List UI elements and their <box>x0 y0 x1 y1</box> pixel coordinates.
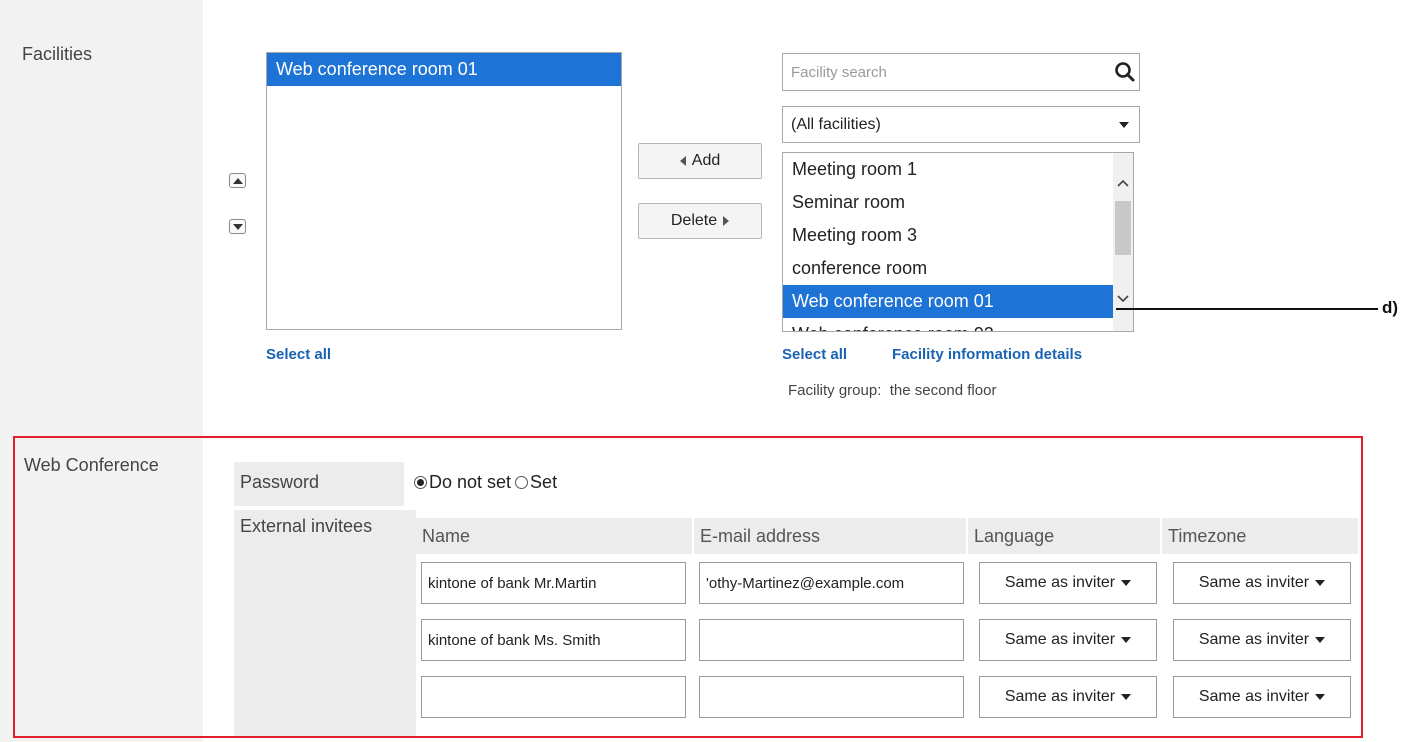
chevron-down-icon <box>1121 694 1132 700</box>
select-all-left-link[interactable]: Select all <box>266 346 331 363</box>
callout-label: d) <box>1382 298 1399 317</box>
invitee-timezone-select[interactable]: Same as inviter <box>1173 676 1351 718</box>
invitee-language-value: Same as inviter <box>1004 631 1116 648</box>
chevron-down-icon <box>1315 580 1326 586</box>
list-item[interactable]: Web conference room 01 <box>267 53 621 86</box>
facility-group-select[interactable]: (All facilities) <box>782 106 1140 143</box>
invitee-name-input[interactable]: kintone of bank Ms. Smith <box>421 619 686 661</box>
list-scrollbar[interactable] <box>1113 153 1133 331</box>
web-conference-highlight <box>13 436 1363 738</box>
invitee-timezone-select[interactable]: Same as inviter <box>1173 619 1351 661</box>
password-set-radio[interactable] <box>515 476 529 489</box>
facility-search-placeholder: Facility search <box>791 63 887 81</box>
invitee-language-value: Same as inviter <box>1004 688 1116 705</box>
facilities-label: Facilities <box>22 44 93 64</box>
password-set-label[interactable]: Set <box>530 472 557 493</box>
arrow-up-icon <box>232 177 243 184</box>
list-item[interactable]: Web conference room 02 <box>783 318 1133 331</box>
list-item[interactable]: Web conference room 01 <box>783 285 1113 318</box>
facility-group-text: Facility group: the second floor <box>788 382 997 399</box>
column-header-email: E-mail address <box>694 518 966 554</box>
add-button-label: Add <box>691 152 721 169</box>
facility-group-select-value: (All facilities) <box>791 115 881 133</box>
chevron-down-icon <box>1121 637 1132 643</box>
invitee-name-input[interactable] <box>421 676 686 718</box>
chevron-down-icon <box>1119 121 1129 128</box>
invitee-language-select[interactable]: Same as inviter <box>979 562 1157 604</box>
scroll-down-icon[interactable] <box>1113 288 1133 308</box>
move-down-button[interactable] <box>229 219 246 234</box>
web-conference-label: Web Conference <box>24 455 159 475</box>
list-item[interactable]: Meeting room 1 <box>783 153 1133 186</box>
password-label: Password <box>240 472 320 492</box>
password-do-not-set-radio[interactable] <box>414 476 427 489</box>
invitee-timezone-value: Same as inviter <box>1198 574 1310 591</box>
scroll-thumb[interactable] <box>1115 201 1131 255</box>
delete-button-label: Delete <box>670 212 718 229</box>
scroll-up-icon[interactable] <box>1113 173 1133 193</box>
search-icon[interactable] <box>1111 58 1139 86</box>
chevron-down-icon <box>1315 637 1326 643</box>
chevron-down-icon <box>1315 694 1326 700</box>
invitee-timezone-value: Same as inviter <box>1198 631 1310 648</box>
invitee-language-select[interactable]: Same as inviter <box>979 676 1157 718</box>
password-options: Do not set Set <box>414 472 557 493</box>
column-header-name: Name <box>416 518 692 554</box>
facility-details-link[interactable]: Facility information details <box>892 346 1082 363</box>
select-all-right-link[interactable]: Select all <box>782 346 847 363</box>
invitee-email-input[interactable] <box>699 619 964 661</box>
callout-line <box>1116 308 1378 310</box>
invitee-email-input[interactable] <box>699 676 964 718</box>
delete-button[interactable]: Delete <box>638 203 762 239</box>
list-item[interactable]: conference room <box>783 252 1133 285</box>
arrow-right-icon <box>723 216 730 226</box>
invitees-table-side <box>404 510 416 736</box>
list-item[interactable]: Seminar room <box>783 186 1133 219</box>
arrow-down-icon <box>232 223 243 230</box>
facility-search-input[interactable]: Facility search <box>782 53 1140 91</box>
add-button[interactable]: Add <box>638 143 762 179</box>
list-item[interactable]: Meeting room 3 <box>783 219 1133 252</box>
chevron-down-icon <box>1121 580 1132 586</box>
available-facilities-list[interactable]: Meeting room 1 Seminar room Meeting room… <box>782 152 1134 332</box>
password-do-not-set-label[interactable]: Do not set <box>429 472 511 493</box>
external-invitees-label-cell <box>234 510 404 736</box>
invitee-language-value: Same as inviter <box>1004 574 1116 591</box>
invitee-email-input[interactable]: 'othy-Martinez@example.com <box>699 562 964 604</box>
invitee-language-select[interactable]: Same as inviter <box>979 619 1157 661</box>
invitee-timezone-value: Same as inviter <box>1198 688 1310 705</box>
column-header-timezone: Timezone <box>1162 518 1358 554</box>
move-up-button[interactable] <box>229 173 246 188</box>
selected-facilities-list[interactable]: Web conference room 01 <box>266 52 622 330</box>
external-invitees-label: External invitees <box>240 516 373 536</box>
invitee-timezone-select[interactable]: Same as inviter <box>1173 562 1351 604</box>
invitee-name-input[interactable]: kintone of bank Mr.Martin <box>421 562 686 604</box>
arrow-left-icon <box>679 156 686 166</box>
column-header-language: Language <box>968 518 1160 554</box>
